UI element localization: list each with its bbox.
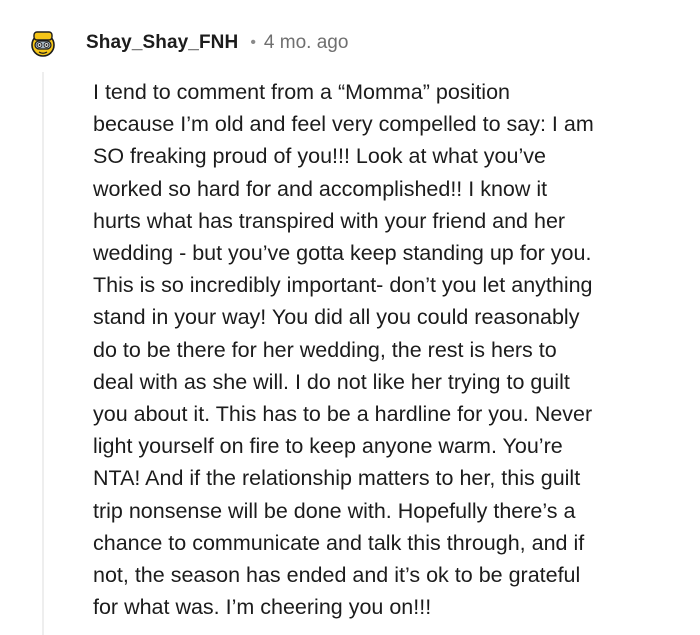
comment-body-line: hurts what has transpired with your frie…: [93, 208, 566, 233]
comment-body: I tend to comment from a “Momma” positio…: [93, 76, 673, 623]
comment-body-line: not, the season has ended and it’s ok to…: [93, 563, 581, 588]
comment: Shay_Shay_FNH • 4 mo. ago I tend to comm…: [0, 0, 700, 635]
comment-body-line: SO freaking proud of you!!! Look at what…: [93, 144, 546, 169]
comment-body-line: wedding - but you’ve gotta keep standing…: [93, 241, 592, 266]
comment-body-line: you about it. This has to be a hardline …: [93, 402, 593, 427]
comment-body-line: I tend to comment from a “Momma” positio…: [93, 80, 511, 104]
comment-body-line: NTA! And if the relationship matters to …: [93, 466, 581, 491]
comment-body-line: This is so incredibly important- don’t y…: [93, 273, 593, 298]
comment-body-line: deal with as she will. I do not like her…: [93, 369, 570, 394]
comment-body-line: worked so hard for and accomplished!! I …: [93, 176, 548, 201]
comment-body-line: for what was. I’m cheering you on!!!: [93, 595, 432, 620]
comment-body-line: trip nonsense will be done with. Hopeful…: [93, 498, 576, 523]
comment-body-line: because I’m old and feel very compelled …: [93, 112, 594, 137]
comment-body-line: light yourself on fire to keep anyone wa…: [93, 434, 563, 459]
meta-separator: •: [250, 34, 256, 51]
username-link[interactable]: Shay_Shay_FNH: [86, 32, 238, 54]
comment-body-line: stand in your way! You did all you could…: [93, 305, 580, 330]
comment-body-line: do to be there for her wedding, the rest…: [93, 337, 557, 362]
snoo-avatar-icon[interactable]: [30, 28, 56, 58]
comment-body-line: chance to communicate and talk this thro…: [93, 530, 585, 555]
comment-header: Shay_Shay_FNH • 4 mo. ago: [30, 26, 348, 60]
thread-line[interactable]: [42, 72, 44, 635]
comment-timestamp[interactable]: 4 mo. ago: [264, 32, 349, 54]
